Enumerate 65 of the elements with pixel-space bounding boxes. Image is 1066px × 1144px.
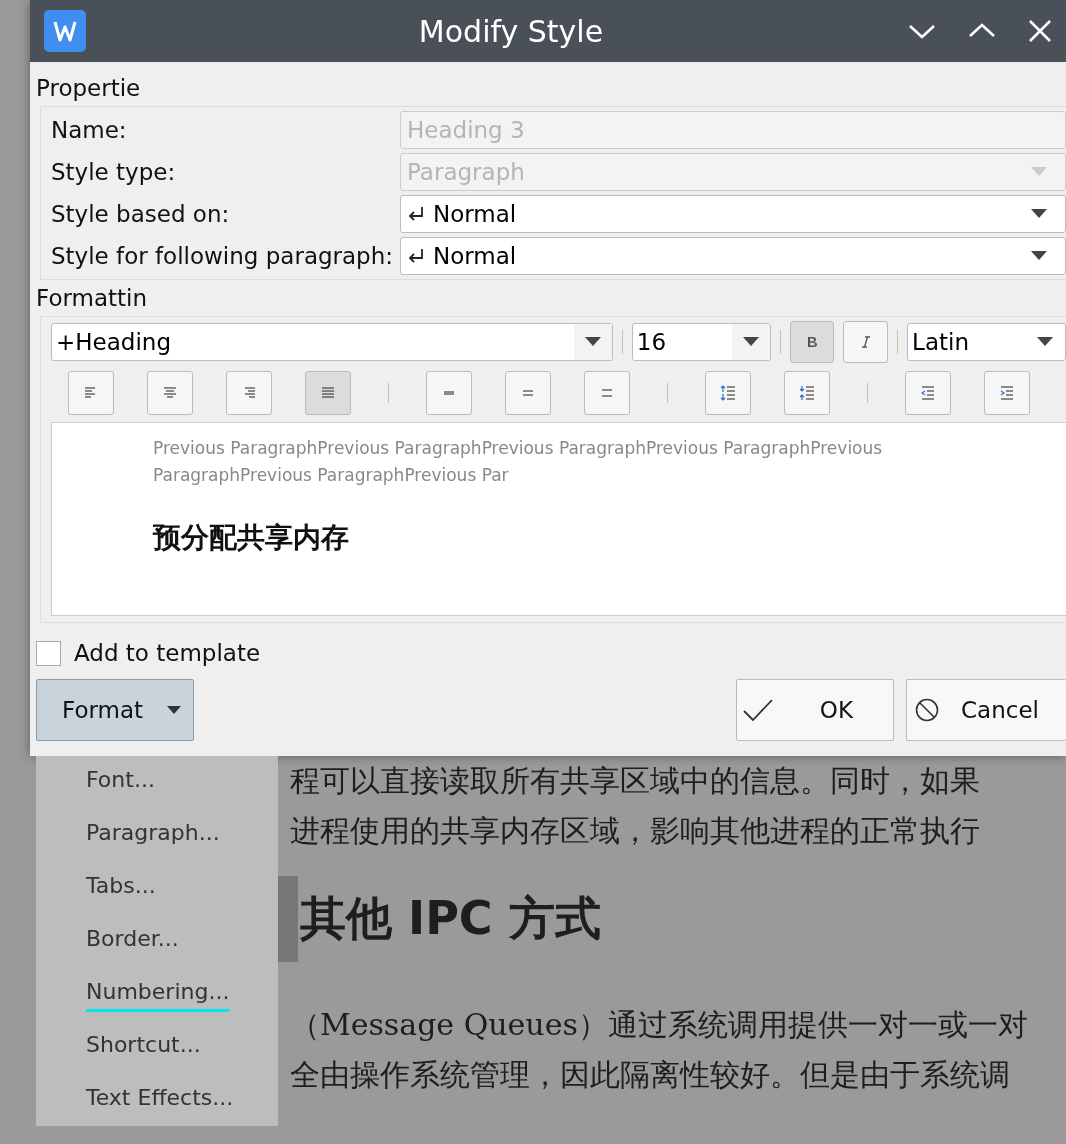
increase-spacing-icon — [720, 385, 736, 401]
ok-button[interactable]: OK — [736, 679, 894, 741]
field-label: Style for following paragraph: — [51, 243, 395, 269]
bold-icon — [806, 336, 819, 348]
single-spacing-button[interactable] — [426, 371, 472, 415]
align-center-icon — [162, 385, 178, 401]
italic-icon — [860, 336, 871, 348]
cancel-button[interactable]: Cancel — [906, 679, 1066, 741]
style-dropdown[interactable]: Normal — [400, 195, 1066, 233]
field-label: Style based on: — [51, 201, 231, 227]
document-text: 进程使用的共享内存区域，影响其他进程的正常执行 — [290, 812, 981, 850]
field-label: Style type: — [51, 159, 177, 185]
document-heading: 其他 IPC 方式 — [300, 890, 601, 947]
cancel-icon — [915, 698, 939, 722]
increase-indent-button[interactable] — [984, 371, 1030, 415]
sample-heading-text: 预分配共享内存 — [153, 520, 350, 556]
menu-item[interactable]: Text Effects... — [36, 1082, 278, 1135]
caret-icon — [167, 705, 181, 715]
caret-icon — [584, 337, 601, 347]
script-dropdown[interactable]: Latin — [907, 323, 1066, 361]
format-menu-button[interactable]: Format — [36, 679, 194, 741]
caret-icon — [742, 337, 759, 347]
section-heading: Propertie — [36, 74, 142, 103]
document-text: 全由操作系统管理，因此隔离性较好。但是由于系统调 — [290, 1056, 1011, 1094]
app-logo-icon — [44, 10, 86, 52]
increase-indent-icon — [999, 385, 1015, 401]
decrease-spacing-icon — [799, 385, 815, 401]
document-text: （Message Queues）通过系统调用提供一对一或一对 — [290, 1006, 1029, 1044]
menu-item[interactable]: Tabs... — [36, 870, 278, 923]
menu-item[interactable]: Font... — [36, 764, 278, 817]
caret-icon — [1031, 167, 1047, 177]
size-dropdown[interactable]: 16 — [631, 323, 771, 361]
section-heading: Formattin — [36, 284, 149, 313]
increase-spacing-button[interactable] — [705, 371, 751, 415]
bold-button[interactable] — [789, 321, 835, 363]
close-icon[interactable] — [1028, 19, 1052, 43]
checkbox[interactable] — [36, 640, 61, 666]
font-dropdown[interactable]: +Heading — [51, 323, 613, 361]
justify-button[interactable] — [305, 371, 351, 415]
caret-icon — [1031, 209, 1047, 219]
align-left-button[interactable] — [68, 371, 114, 415]
menu-item[interactable]: Paragraph... — [36, 817, 278, 870]
previous-paragraph-text: Previous ParagraphPrevious ParagraphPrevious ParagraphPrevious ParagraphPrevious ParagraphPrevious ParagraphPrevious Par — [153, 437, 884, 487]
italic-button[interactable] — [843, 321, 889, 363]
menu-item[interactable]: Shortcut... — [36, 1029, 278, 1082]
caret-icon — [1037, 337, 1053, 347]
one-half-spacing-button[interactable] — [505, 371, 551, 415]
decrease-indent-icon — [920, 385, 936, 401]
align-right-button[interactable] — [226, 371, 272, 415]
document-text: 程可以直接读取所有共享区域中的信息。同时，如果 — [290, 762, 981, 800]
decrease-indent-button[interactable] — [905, 371, 951, 415]
justify-icon — [320, 385, 336, 401]
align-center-button[interactable] — [147, 371, 193, 415]
window-title: Modify Style — [417, 13, 605, 49]
minimize-icon[interactable] — [908, 23, 936, 39]
checkmark-icon — [743, 698, 773, 722]
maximize-icon[interactable] — [968, 23, 996, 39]
decrease-spacing-button[interactable] — [784, 371, 830, 415]
checkbox-label[interactable]: Add to template — [74, 640, 261, 666]
menu-item[interactable]: Border... — [36, 923, 278, 976]
field-label: Name: — [51, 117, 128, 143]
double-spacing-button[interactable] — [584, 371, 630, 415]
caret-icon — [1031, 251, 1047, 261]
style-dropdown[interactable]: Normal — [400, 237, 1066, 275]
menu-item[interactable]: Numbering... — [36, 976, 278, 1029]
